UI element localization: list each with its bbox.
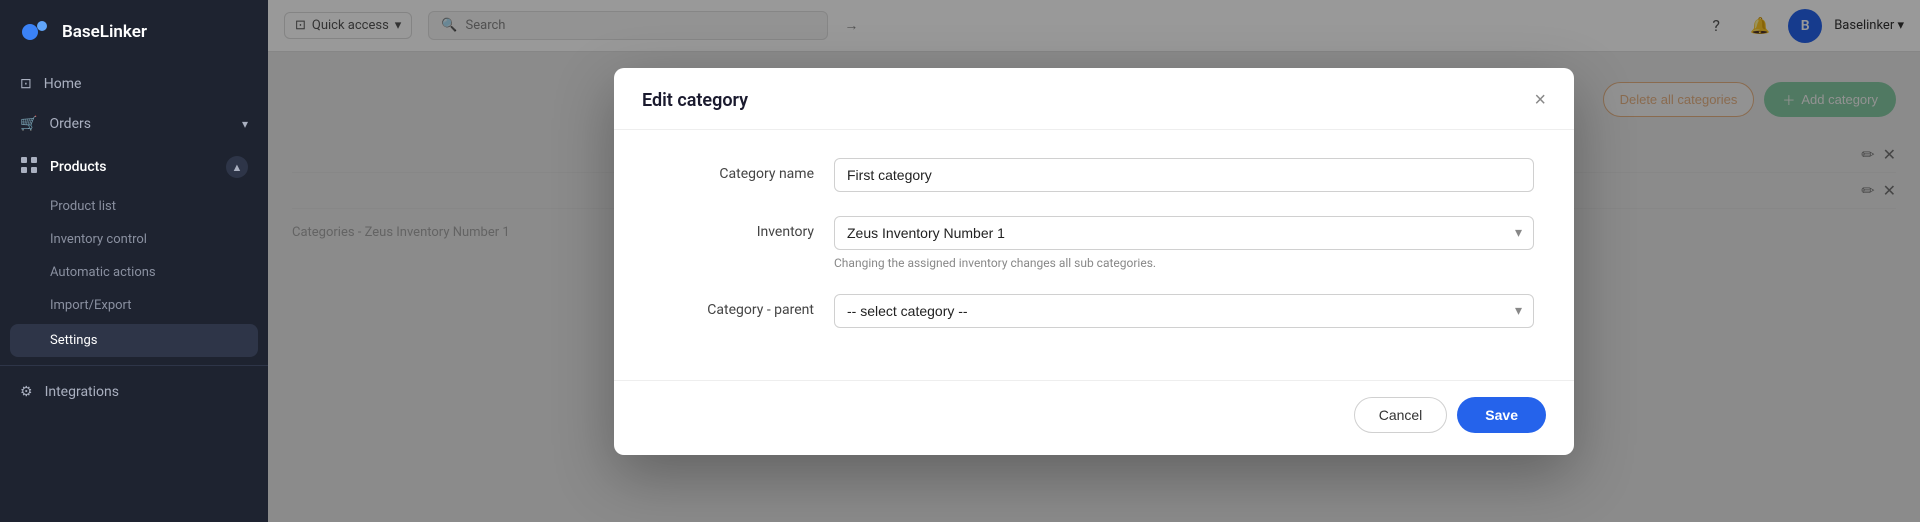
category-parent-label: Category - parent [654,294,814,318]
category-parent-select-wrap: -- select category -- ▾ [834,294,1534,328]
save-button[interactable]: Save [1457,397,1546,433]
category-name-label: Category name [654,158,814,182]
app-name: BaseLinker [62,22,147,42]
cancel-button[interactable]: Cancel [1354,397,1448,433]
automatic-actions-label: Automatic actions [50,265,156,280]
inventory-select-wrap: Zeus Inventory Number 1 ▾ [834,216,1534,250]
integrations-label: Integrations [45,384,248,400]
modal-close-button[interactable]: × [1534,90,1546,110]
home-icon: ⊡ [20,76,32,92]
inventory-hint: Changing the assigned inventory changes … [834,256,1534,270]
orders-icon: 🛒 [20,116,37,132]
category-name-wrap [834,158,1534,192]
modal-header: Edit category × [614,68,1574,130]
products-label: Products [50,159,107,175]
form-row-category-name: Category name [654,158,1534,192]
modal-overlay: Edit category × Category name Inventory [268,0,1920,522]
sidebar: BaseLinker ⊡ Home 🛒 Orders ▾ Products ▲ … [0,0,268,522]
products-section: Products ▲ Product list Inventory contro… [0,144,268,359]
sidebar-item-automatic-actions[interactable]: Automatic actions [0,256,268,289]
sidebar-item-settings[interactable]: Settings [10,324,258,357]
import-export-label: Import/Export [50,298,132,313]
inventory-label: Inventory [654,216,814,240]
sidebar-item-orders[interactable]: 🛒 Orders ▾ [0,104,268,144]
category-parent-wrap: -- select category -- ▾ [834,294,1534,328]
inventory-control-label: Inventory control [50,232,147,247]
category-name-input[interactable] [834,158,1534,192]
form-row-category-parent: Category - parent -- select category -- … [654,294,1534,328]
modal-footer: Cancel Save [614,380,1574,455]
integrations-icon: ⚙ [20,384,33,400]
inventory-wrap: Zeus Inventory Number 1 ▾ Changing the a… [834,216,1534,270]
sidebar-item-integrations[interactable]: ⚙ Integrations [0,372,268,412]
sidebar-logo[interactable]: BaseLinker [0,0,268,64]
sidebar-item-import-export[interactable]: Import/Export [0,289,268,322]
sidebar-item-orders-label: Orders [49,116,230,132]
products-chevron-icon: ▲ [226,156,248,178]
sidebar-divider [0,365,268,366]
settings-label: Settings [50,333,97,348]
sidebar-item-inventory-control[interactable]: Inventory control [0,223,268,256]
modal-title: Edit category [642,90,748,111]
inventory-select[interactable]: Zeus Inventory Number 1 [834,216,1534,250]
sidebar-item-home-label: Home [44,76,248,92]
product-list-label: Product list [50,199,116,214]
edit-category-modal: Edit category × Category name Inventory [614,68,1574,455]
modal-body: Category name Inventory Zeus Inventory N… [614,130,1574,380]
sidebar-item-home[interactable]: ⊡ Home [0,64,268,104]
main-content: ⊡ Quick access ▾ 🔍 Search → ? 🔔 B Baseli… [268,0,1920,522]
category-parent-select[interactable]: -- select category -- [834,294,1534,328]
form-row-inventory: Inventory Zeus Inventory Number 1 ▾ Chan… [654,216,1534,270]
products-icon [20,156,38,178]
orders-chevron-icon: ▾ [242,117,248,131]
sidebar-item-products[interactable]: Products ▲ [0,144,268,190]
sidebar-item-product-list[interactable]: Product list [0,190,268,223]
logo-icon [20,16,52,48]
